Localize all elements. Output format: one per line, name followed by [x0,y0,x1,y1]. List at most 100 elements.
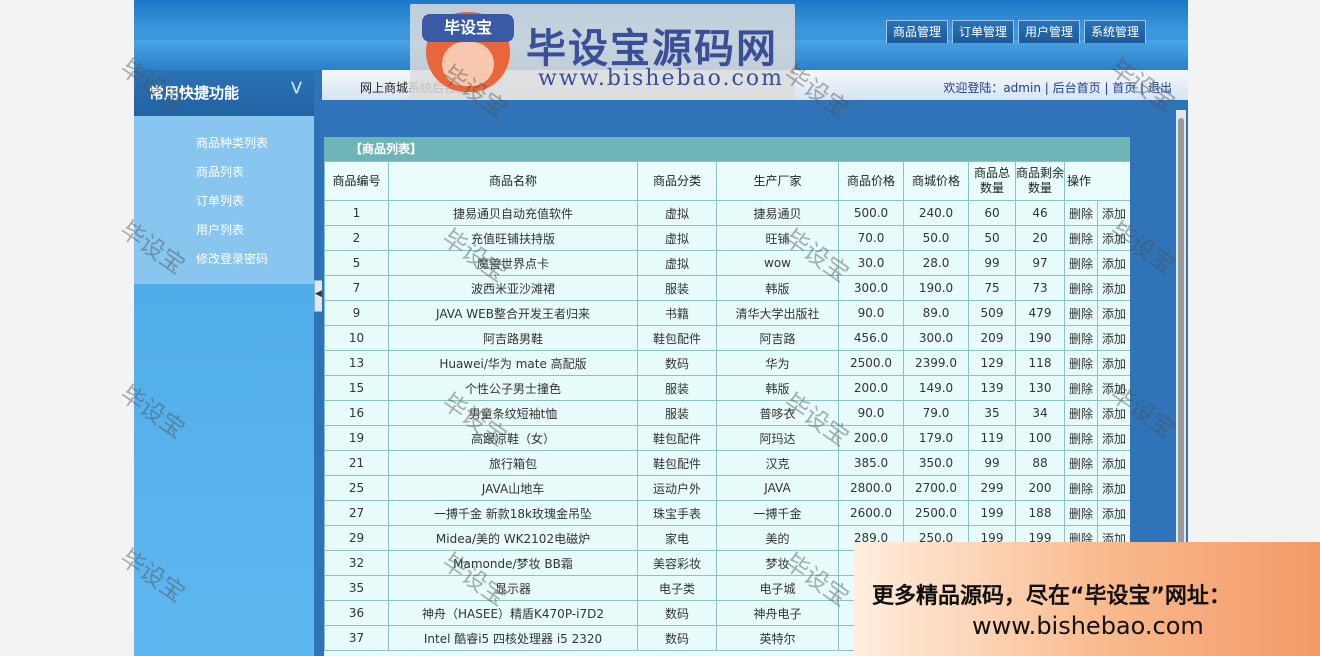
cell-price: 2800.0 [838,475,904,501]
cell-id: 19 [324,425,389,451]
delete-link[interactable]: 删除 [1064,400,1098,426]
delete-link[interactable]: 删除 [1064,275,1098,301]
delete-link[interactable]: 删除 [1064,500,1098,526]
admin-home-link[interactable]: 后台首页 [1053,81,1101,95]
logo-url: www.bishebao.com [538,66,784,91]
cell-maker: 清华大学出版社 [716,300,839,326]
cell-total: 209 [968,325,1016,351]
cell-category: 鞋包配件 [637,425,717,451]
cell-total: 129 [968,350,1016,376]
cell-id: 35 [324,575,389,601]
cell-name: 阿吉路男鞋 [388,325,638,351]
cell-remaining: 479 [1015,300,1065,326]
sidebar-item-user-list[interactable]: 用户列表 [196,221,244,238]
cell-id: 9 [324,300,389,326]
cell-price: 456.0 [838,325,904,351]
cell-mall-price: 240.0 [903,200,969,226]
delete-link[interactable]: 删除 [1064,450,1098,476]
cell-remaining: 20 [1015,225,1065,251]
cell-remaining: 190 [1015,325,1065,351]
add-link[interactable]: 添加 [1096,350,1130,376]
col-header-total: 商品总数量 [968,161,1016,201]
cell-category: 数码 [637,600,717,626]
add-link[interactable]: 添加 [1096,425,1130,451]
cell-maker: 华为 [716,350,839,376]
cell-name: 充值旺铺扶持版 [388,225,638,251]
cell-remaining: 97 [1015,250,1065,276]
delete-link[interactable]: 删除 [1064,475,1098,501]
cell-category: 服装 [637,275,717,301]
add-link[interactable]: 添加 [1096,275,1130,301]
cell-id: 1 [324,200,389,226]
cell-category: 虚拟 [637,225,717,251]
table-row: 19 高跟凉鞋（女） 鞋包配件 阿玛达 200.0 179.0 119 100 删除 添加 [324,425,1130,451]
cell-name: Midea/美的 WK2102电磁炉 [388,525,638,551]
nav-tab-system[interactable]: 系统管理 [1083,20,1146,43]
cell-name: 波西米亚沙滩裙 [388,275,638,301]
delete-link[interactable]: 删除 [1064,375,1098,401]
user-name-link[interactable]: admin [1003,81,1041,95]
cell-mall-price: 350.0 [903,450,969,476]
cell-name: 显示器 [388,575,638,601]
col-header-mall-price: 商城价格 [903,161,969,201]
table-row: 25 JAVA山地车 运动户外 JAVA 2800.0 2700.0 299 200 删除 添加 [324,475,1130,501]
delete-link[interactable]: 删除 [1064,325,1098,351]
add-link[interactable]: 添加 [1096,475,1130,501]
cell-maker: 阿吉路 [716,325,839,351]
cell-mall-price: 2700.0 [903,475,969,501]
delete-link[interactable]: 删除 [1064,425,1098,451]
cell-remaining: 73 [1015,275,1065,301]
cell-id: 36 [324,600,389,626]
table-row: 10 阿吉路男鞋 鞋包配件 阿吉路 456.0 300.0 209 190 删除 添加 [324,325,1130,351]
cell-mall-price: 50.0 [903,225,969,251]
cell-total: 139 [968,375,1016,401]
cell-total: 299 [968,475,1016,501]
delete-link[interactable]: 删除 [1064,300,1098,326]
cell-maker: 英特尔 [716,625,839,651]
double-chevron-down-icon[interactable]: ⋁ [291,80,302,95]
table-row: 9 JAVA WEB整合开发王者归来 书籍 清华大学出版社 90.0 89.0 509 479… [324,300,1130,326]
cell-mall-price: 79.0 [903,400,969,426]
cell-id: 7 [324,275,389,301]
delete-link[interactable]: 删除 [1064,200,1098,226]
col-header-category: 商品分类 [637,161,717,201]
cell-mall-price: 2399.0 [903,350,969,376]
table-row: 1 捷易通贝自动充值软件 虚拟 捷易通贝 500.0 240.0 60 46 删除 添加 [324,200,1130,226]
cell-total: 119 [968,425,1016,451]
cell-maker: 美的 [716,525,839,551]
delete-link[interactable]: 删除 [1064,250,1098,276]
sidebar-item-category-list[interactable]: 商品种类列表 [196,134,268,151]
cell-category: 美容彩妆 [637,550,717,576]
sidebar-item-change-password[interactable]: 修改登录密码 [196,250,268,267]
promo-line-1: 更多精品源码，尽在“毕设宝”网址： [872,584,1231,609]
cell-total: 35 [968,400,1016,426]
delete-link[interactable]: 删除 [1064,225,1098,251]
nav-tab-users[interactable]: 用户管理 [1017,20,1080,43]
col-header-id: 商品编号 [324,161,389,201]
cell-mall-price: 300.0 [903,325,969,351]
sidebar-item-order-list[interactable]: 订单列表 [196,192,244,209]
top-nav: 商品管理 订单管理 用户管理 系统管理 [885,20,1146,43]
add-link[interactable]: 添加 [1096,300,1130,326]
cell-price: 500.0 [838,200,904,226]
add-link[interactable]: 添加 [1096,325,1130,351]
nav-tab-goods[interactable]: 商品管理 [885,20,948,43]
cell-id: 21 [324,450,389,476]
nav-tab-orders[interactable]: 订单管理 [951,20,1014,43]
table-row: 27 一搏千金 新款18k玫瑰金吊坠 珠宝手表 一搏千金 2600.0 2500.0 199… [324,500,1130,526]
logo-badge-text: 毕设宝 [422,14,514,42]
cell-name: 一搏千金 新款18k玫瑰金吊坠 [388,500,638,526]
cell-name: Huawei/华为 mate 高配版 [388,350,638,376]
cell-name: Intel 酷睿i5 四核处理器 i5 2320 [388,625,638,651]
add-link[interactable]: 添加 [1096,450,1130,476]
cell-remaining: 100 [1015,425,1065,451]
cell-price: 200.0 [838,375,904,401]
add-link[interactable]: 添加 [1096,500,1130,526]
cell-price: 385.0 [838,450,904,476]
sidebar-item-goods-list[interactable]: 商品列表 [196,163,244,180]
cell-category: 珠宝手表 [637,500,717,526]
delete-link[interactable]: 删除 [1064,350,1098,376]
cell-total: 199 [968,500,1016,526]
cell-id: 25 [324,475,389,501]
welcome-text: 欢迎登陆： [943,81,1004,95]
